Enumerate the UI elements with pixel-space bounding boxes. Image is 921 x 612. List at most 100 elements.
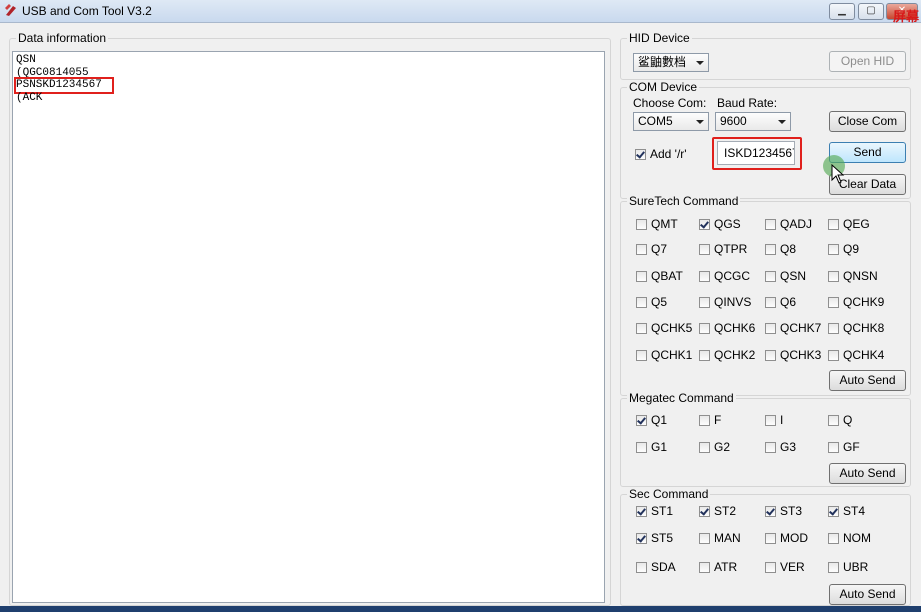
baud-rate-label: Baud Rate:	[717, 96, 778, 110]
open-hid-button[interactable]: Open HID	[829, 51, 906, 72]
sec-checkbox-man[interactable]: MAN	[699, 531, 741, 545]
maximize-button[interactable]: ▢	[858, 3, 884, 20]
suretech-checkbox-qmt[interactable]: QMT	[636, 217, 678, 231]
checkbox-box	[699, 296, 710, 308]
suretech-command-legend: SureTech Command	[627, 194, 741, 208]
suretech-checkbox-qchk3[interactable]: QCHK3	[765, 348, 821, 362]
suretech-checkbox-qeg[interactable]: QEG	[828, 217, 870, 231]
checkbox-label: ST3	[780, 504, 803, 518]
suretech-checkbox-qnsn[interactable]: QNSN	[828, 269, 878, 283]
suretech-checkbox-qchk5[interactable]: QCHK5	[636, 321, 692, 335]
checkbox-box	[765, 414, 776, 426]
suretech-checkbox-q6[interactable]: Q6	[765, 295, 796, 309]
suretech-checkbox-qsn[interactable]: QSN	[765, 269, 806, 283]
checkbox-box	[765, 441, 776, 453]
checkbox-box	[765, 349, 776, 361]
suretech-checkbox-qchk7[interactable]: QCHK7	[765, 321, 821, 335]
suretech-auto-send-button[interactable]: Auto Send	[829, 370, 906, 391]
megatec-checkbox-g2[interactable]: G2	[699, 440, 730, 454]
suretech-checkbox-qchk4[interactable]: QCHK4	[828, 348, 884, 362]
suretech-checkbox-qchk8[interactable]: QCHK8	[828, 321, 884, 335]
checkbox-label: I	[780, 413, 784, 427]
hid-device-select[interactable]: 鲨鼬數档	[633, 53, 709, 72]
checkbox-box	[636, 349, 647, 361]
suretech-checkbox-q8[interactable]: Q8	[765, 242, 796, 256]
data-line: (ACK	[16, 91, 43, 104]
megatec-command-legend: Megatec Command	[627, 391, 736, 405]
sec-checkbox-mod[interactable]: MOD	[765, 531, 808, 545]
checkbox-label: F	[714, 413, 722, 427]
suretech-checkbox-qcgc[interactable]: QCGC	[699, 269, 750, 283]
checkbox-box	[828, 349, 839, 361]
data-information-textarea[interactable]: QSN (QGC0814055 PSNSKD1234567 (ACK	[12, 51, 605, 603]
data-line: (QGC0814055	[16, 66, 89, 79]
checkbox-box	[765, 561, 776, 573]
suretech-checkbox-q9[interactable]: Q9	[828, 242, 859, 256]
sec-checkbox-sda[interactable]: SDA	[636, 560, 676, 574]
suretech-checkbox-q7[interactable]: Q7	[636, 242, 667, 256]
sec-checkbox-nom[interactable]: NOM	[828, 531, 871, 545]
megatec-checkbox-f[interactable]: F	[699, 413, 721, 427]
megatec-checkbox-g3[interactable]: G3	[765, 440, 796, 454]
checkbox-box	[699, 441, 710, 453]
checkbox-box	[636, 414, 647, 426]
sec-checkbox-st4[interactable]: ST4	[828, 504, 865, 518]
megatec-checkbox-gf[interactable]: GF	[828, 440, 860, 454]
suretech-checkbox-qchk2[interactable]: QCHK2	[699, 348, 755, 362]
checkbox-box	[828, 532, 839, 544]
close-com-button[interactable]: Close Com	[829, 111, 906, 132]
suretech-checkbox-qchk6[interactable]: QCHK6	[699, 321, 755, 335]
baud-rate-select[interactable]: 9600	[715, 112, 791, 131]
checkbox-label: QCHK5	[651, 321, 693, 335]
checkbox-label: ST2	[714, 504, 737, 518]
suretech-checkbox-qinvs[interactable]: QINVS	[699, 295, 751, 309]
megatec-checkbox-q[interactable]: Q	[828, 413, 852, 427]
hid-device-selected: 鲨鼬數档	[638, 55, 687, 69]
sec-checkbox-st2[interactable]: ST2	[699, 504, 736, 518]
suretech-checkbox-qchk9[interactable]: QCHK9	[828, 295, 884, 309]
checkbox-label: UBR	[843, 560, 869, 574]
sec-checkbox-st1[interactable]: ST1	[636, 504, 673, 518]
checkbox-box	[828, 270, 839, 282]
suretech-checkbox-qadj[interactable]: QADJ	[765, 217, 812, 231]
megatec-checkbox-g1[interactable]: G1	[636, 440, 667, 454]
checkbox-label: QTPR	[714, 242, 748, 256]
suretech-checkbox-qbat[interactable]: QBAT	[636, 269, 683, 283]
checkbox-box	[828, 296, 839, 308]
checkbox-box	[828, 505, 839, 517]
sec-checkbox-atr[interactable]: ATR	[699, 560, 737, 574]
checkbox-label: QMT	[651, 217, 678, 231]
suretech-checkbox-qtpr[interactable]: QTPR	[699, 242, 747, 256]
sec-command-legend: Sec Command	[627, 487, 711, 501]
checkbox-box	[765, 270, 776, 282]
choose-com-label: Choose Com:	[633, 96, 707, 110]
megatec-checkbox-i[interactable]: I	[765, 413, 783, 427]
checkbox-label: ST5	[651, 531, 674, 545]
checkbox-label: QCGC	[714, 269, 750, 283]
checkbox-label: Q9	[843, 242, 860, 256]
megatec-checkbox-q1[interactable]: Q1	[636, 413, 667, 427]
minimize-button[interactable]: ▁	[829, 3, 855, 20]
suretech-checkbox-q5[interactable]: Q5	[636, 295, 667, 309]
suretech-checkbox-qgs[interactable]: QGS	[699, 217, 741, 231]
checkbox-box	[765, 218, 776, 230]
sec-checkbox-st5[interactable]: ST5	[636, 531, 673, 545]
suretech-checkbox-qchk1[interactable]: QCHK1	[636, 348, 692, 362]
screen-overlay-text: 屏幕	[892, 9, 919, 24]
sec-checkbox-st3[interactable]: ST3	[765, 504, 802, 518]
checkbox-label: NOM	[843, 531, 871, 545]
checkbox-box	[636, 270, 647, 282]
checkbox-box	[828, 414, 839, 426]
checkbox-label: QGS	[714, 217, 741, 231]
checkbox-label: QCHK6	[714, 321, 756, 335]
sec-checkbox-ubr[interactable]: UBR	[828, 560, 868, 574]
megatec-auto-send-button[interactable]: Auto Send	[829, 463, 906, 484]
checkbox-label: VER	[780, 560, 805, 574]
sec-checkbox-ver[interactable]: VER	[765, 560, 805, 574]
com-port-select[interactable]: COM5	[633, 112, 709, 131]
baud-rate-value: 9600	[720, 114, 747, 128]
add-r-checkbox[interactable]: Add '/r'	[635, 147, 687, 161]
sec-auto-send-button[interactable]: Auto Send	[829, 584, 906, 605]
checkbox-label: QCHK1	[651, 348, 693, 362]
checkbox-label: GF	[843, 440, 860, 454]
